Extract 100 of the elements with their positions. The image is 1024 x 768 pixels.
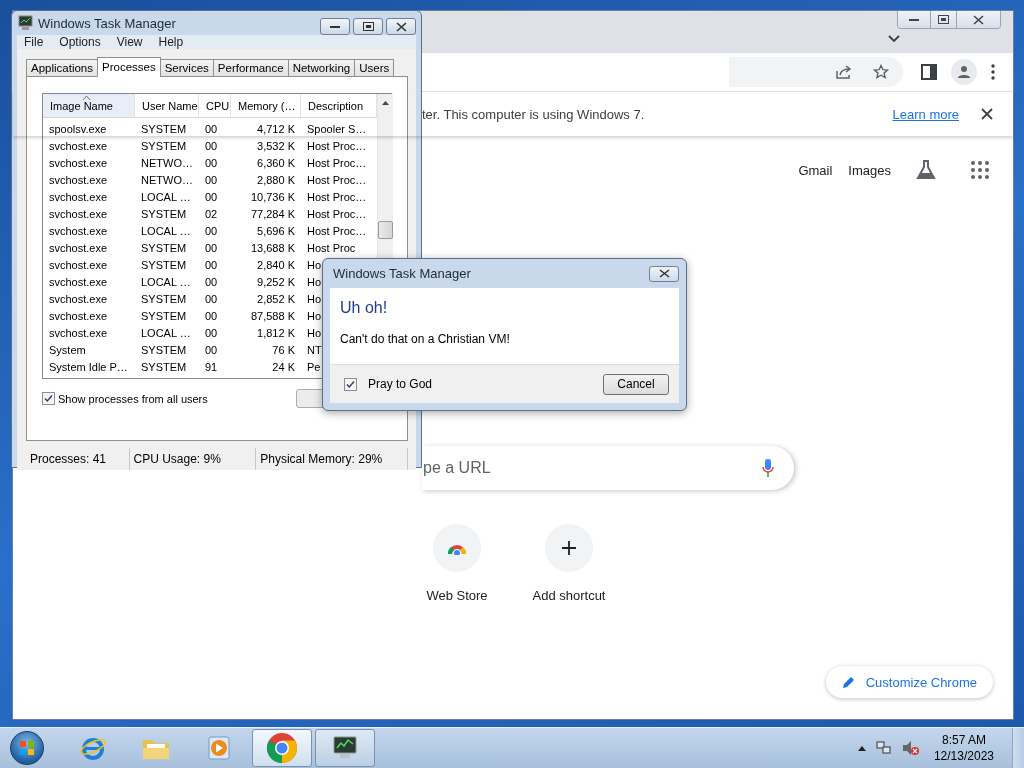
column-header[interactable]: Description xyxy=(301,94,377,118)
taskbar-app[interactable] xyxy=(315,729,375,767)
table-cell-text: SYSTEM xyxy=(141,342,187,358)
scroll-up-icon[interactable] xyxy=(382,101,389,105)
clock-time[interactable]: 8:57 AM xyxy=(941,732,986,748)
menu-item[interactable]: Options xyxy=(52,35,108,49)
tab[interactable]: Networking xyxy=(287,59,356,77)
table-cell-text: 00 xyxy=(205,291,218,307)
close-icon xyxy=(658,269,670,278)
network-icon[interactable] xyxy=(875,740,892,756)
tab[interactable]: Users xyxy=(354,59,395,77)
table-cell-text: LOCAL … xyxy=(141,325,191,341)
table-cell-text: 00 xyxy=(205,138,218,154)
tab[interactable]: Performance xyxy=(212,59,289,77)
table-cell-text: 00 xyxy=(205,257,218,273)
restore-icon xyxy=(938,15,949,24)
table-cell-text: SYSTEM xyxy=(141,257,187,273)
show-hidden-icon[interactable] xyxy=(857,745,866,751)
table-cell-text: svchost.exe xyxy=(49,274,108,290)
table-cell-text: Ho xyxy=(307,308,322,324)
table-cell-text: 2,880 K xyxy=(256,172,296,188)
shortcut-tile[interactable]: Web Store xyxy=(401,524,513,603)
table-cell-text: spoolsv.exe xyxy=(49,121,107,137)
close-icon[interactable] xyxy=(981,108,993,120)
address-bar[interactable] xyxy=(729,57,903,87)
table-cell-text: 02 xyxy=(205,206,218,222)
maximize-button[interactable] xyxy=(353,18,383,35)
table-cell-text: Pe xyxy=(307,359,321,375)
table-cell-text: 6,360 K xyxy=(256,155,296,171)
table-cell-text: SYSTEM xyxy=(141,308,187,324)
table-cell-text: LOCAL … xyxy=(141,274,191,290)
learn-more-link[interactable]: Learn more xyxy=(892,106,959,122)
pencil-icon xyxy=(841,675,856,689)
start-button[interactable] xyxy=(10,731,44,765)
microphone-icon[interactable] xyxy=(762,459,774,477)
table-cell-text: 9,252 K xyxy=(256,274,296,290)
menu-item[interactable]: View xyxy=(109,35,150,49)
apps-grid-icon[interactable] xyxy=(971,161,989,179)
table-cell-text: svchost.exe xyxy=(49,257,108,273)
cancel-button[interactable]: Cancel xyxy=(603,373,669,395)
table-cell-text: 2,852 K xyxy=(256,291,296,307)
chevron-down-icon[interactable] xyxy=(888,35,900,43)
header-link[interactable]: Images xyxy=(848,162,891,178)
column-header[interactable]: CPU xyxy=(199,94,231,118)
plus-icon xyxy=(561,540,577,556)
table-cell-text: svchost.exe xyxy=(49,189,108,205)
menu-item[interactable]: Help xyxy=(151,35,191,49)
scroll-thumb[interactable] xyxy=(378,221,393,239)
tab[interactable]: Processes xyxy=(97,57,161,77)
table-cell-text: 00 xyxy=(205,274,218,290)
table-cell-text: 00 xyxy=(205,325,218,341)
clock-date[interactable]: 12/13/2023 xyxy=(933,748,994,764)
table-cell-text: 87,588 K xyxy=(249,308,296,324)
header-link[interactable]: Gmail xyxy=(798,162,833,178)
column-header[interactable]: User Name xyxy=(135,94,199,118)
table-cell-text: Ho xyxy=(307,257,322,273)
customize-button[interactable]: Customize Chrome xyxy=(825,666,993,698)
table-cell-text: svchost.exe xyxy=(49,240,108,256)
close-button[interactable] xyxy=(386,18,416,35)
table-cell-text: 2,840 K xyxy=(256,257,296,273)
profile-avatar[interactable] xyxy=(951,59,977,85)
table-cell-text: 1,812 K xyxy=(256,325,296,341)
column-header[interactable]: Memory (… xyxy=(231,94,301,118)
table-cell-text: Host Proc… xyxy=(307,189,367,205)
menu-item[interactable]: File xyxy=(17,35,51,49)
dialog-title: Windows Task Manager xyxy=(333,266,471,281)
tab[interactable]: Services xyxy=(159,59,214,77)
search-field[interactable]: pe a URL xyxy=(422,458,762,478)
table-cell-text: NETWO… xyxy=(141,155,193,171)
muted-speaker-icon[interactable] xyxy=(901,740,920,756)
table-cell-text: LOCAL … xyxy=(141,223,191,239)
tab[interactable]: Applications xyxy=(26,59,98,77)
minimize-button[interactable] xyxy=(320,18,350,35)
maximize-button[interactable] xyxy=(930,11,956,28)
star-icon[interactable] xyxy=(873,64,889,80)
table-cell-text: Ho xyxy=(307,274,322,290)
checkbox-label: Pray to God xyxy=(368,377,433,391)
table-cell-text: Spooler S… xyxy=(307,121,367,137)
pray-checkbox[interactable]: Pray to God xyxy=(344,377,433,391)
share-icon[interactable] xyxy=(835,64,853,80)
shortcut-tile[interactable]: Add shortcut xyxy=(513,524,625,603)
table-cell-text: 10,736 K xyxy=(249,189,296,205)
more-menu-icon[interactable] xyxy=(991,64,995,80)
table-cell-text: SYSTEM xyxy=(141,121,187,137)
table-cell-text: 00 xyxy=(205,155,218,171)
column-header[interactable]: Image Name xyxy=(43,94,135,118)
table-cell-text: 91 xyxy=(205,359,218,375)
flask-icon[interactable] xyxy=(915,159,937,181)
table-cell-text: svchost.exe xyxy=(49,172,108,188)
side-panel-icon[interactable] xyxy=(921,64,937,80)
shortcut-label: Web Store xyxy=(426,588,488,603)
column-title: Memory (… xyxy=(238,99,296,112)
close-button[interactable] xyxy=(956,11,1000,28)
table-cell-text: 13,688 K xyxy=(249,240,296,256)
close-button[interactable] xyxy=(649,265,679,282)
table-cell-text: LOCAL … xyxy=(141,189,191,205)
table-cell-text: System Idle P… xyxy=(49,359,128,375)
table-cell-text: svchost.exe xyxy=(49,155,108,171)
minimize-button[interactable] xyxy=(898,11,930,28)
table-cell-text: svchost.exe xyxy=(49,223,108,239)
